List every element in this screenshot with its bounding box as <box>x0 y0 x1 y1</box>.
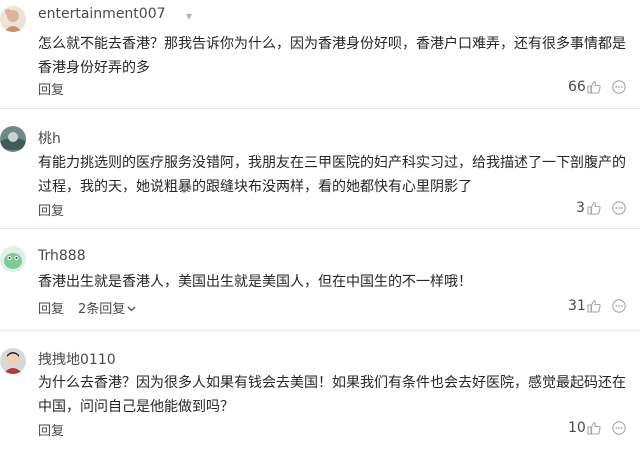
caret-down-icon[interactable]: ▾ <box>186 10 192 22</box>
divider <box>0 108 640 109</box>
like-count: 66 <box>568 79 586 95</box>
replies-count-label: 2条回复 <box>78 302 126 317</box>
view-replies-button[interactable]: 2条回复 <box>78 298 136 317</box>
avatar[interactable] <box>0 348 26 374</box>
username[interactable]: 拽拽地0110 <box>38 349 116 369</box>
like-count: 31 <box>568 298 586 314</box>
comment-text: 有能力挑选则的医疗服务没错阿，我朋友在三甲医院的妇产科实习过，给我描述了一下剖腹… <box>38 155 626 195</box>
reply-button[interactable]: 回复 <box>38 200 64 219</box>
thumbs-up-icon[interactable] <box>587 421 601 435</box>
comment-item: 拽拽地0110 为什么去香港？因为很多人如果有钱会去美国！如果我们有条件也会去好… <box>0 338 640 448</box>
avatar[interactable] <box>0 246 26 272</box>
thumbs-up-icon[interactable] <box>587 80 601 94</box>
more-dots-icon[interactable] <box>612 421 626 435</box>
comment-text: 香港出生就是香港人，美国出生就是美国人，但在中国生的不一样哦！ <box>38 274 472 290</box>
comment-text: 怎么就不能去香港？那我告诉你为什么，因为香港身份好呗，香港户口难弄，还有很多事情… <box>38 36 626 76</box>
thumbs-up-icon[interactable] <box>587 201 601 215</box>
username[interactable]: entertainment007 <box>38 6 166 22</box>
reply-button[interactable]: 回复 <box>38 420 64 439</box>
chevron-down-icon <box>127 301 136 316</box>
more-dots-icon[interactable] <box>612 201 626 215</box>
comment-text: 为什么去香港？因为很多人如果有钱会去美国！如果我们有条件也会去好医院，感觉最起码… <box>38 375 626 415</box>
like-count: 10 <box>568 420 586 436</box>
comment-item: 桃h 有能力挑选则的医疗服务没错阿，我朋友在三甲医院的妇产科实习过，给我描述了一… <box>0 116 640 224</box>
divider <box>0 330 640 331</box>
thumbs-up-icon[interactable] <box>587 299 601 313</box>
more-dots-icon[interactable] <box>612 80 626 94</box>
reply-button[interactable]: 回复 <box>38 298 64 317</box>
reply-button[interactable]: 回复 <box>38 79 64 98</box>
avatar[interactable] <box>0 126 26 152</box>
more-dots-icon[interactable] <box>612 299 626 313</box>
avatar[interactable] <box>0 6 26 32</box>
username[interactable]: Trh888 <box>38 248 86 264</box>
like-count: 3 <box>576 200 585 216</box>
comment-item: Trh888 香港出生就是香港人，美国出生就是美国人，但在中国生的不一样哦！ 回… <box>0 236 640 328</box>
divider <box>0 228 640 229</box>
username[interactable]: 桃h <box>38 128 61 148</box>
comment-item: entertainment007 ▾ 怎么就不能去香港？那我告诉你为什么，因为香… <box>0 0 640 108</box>
